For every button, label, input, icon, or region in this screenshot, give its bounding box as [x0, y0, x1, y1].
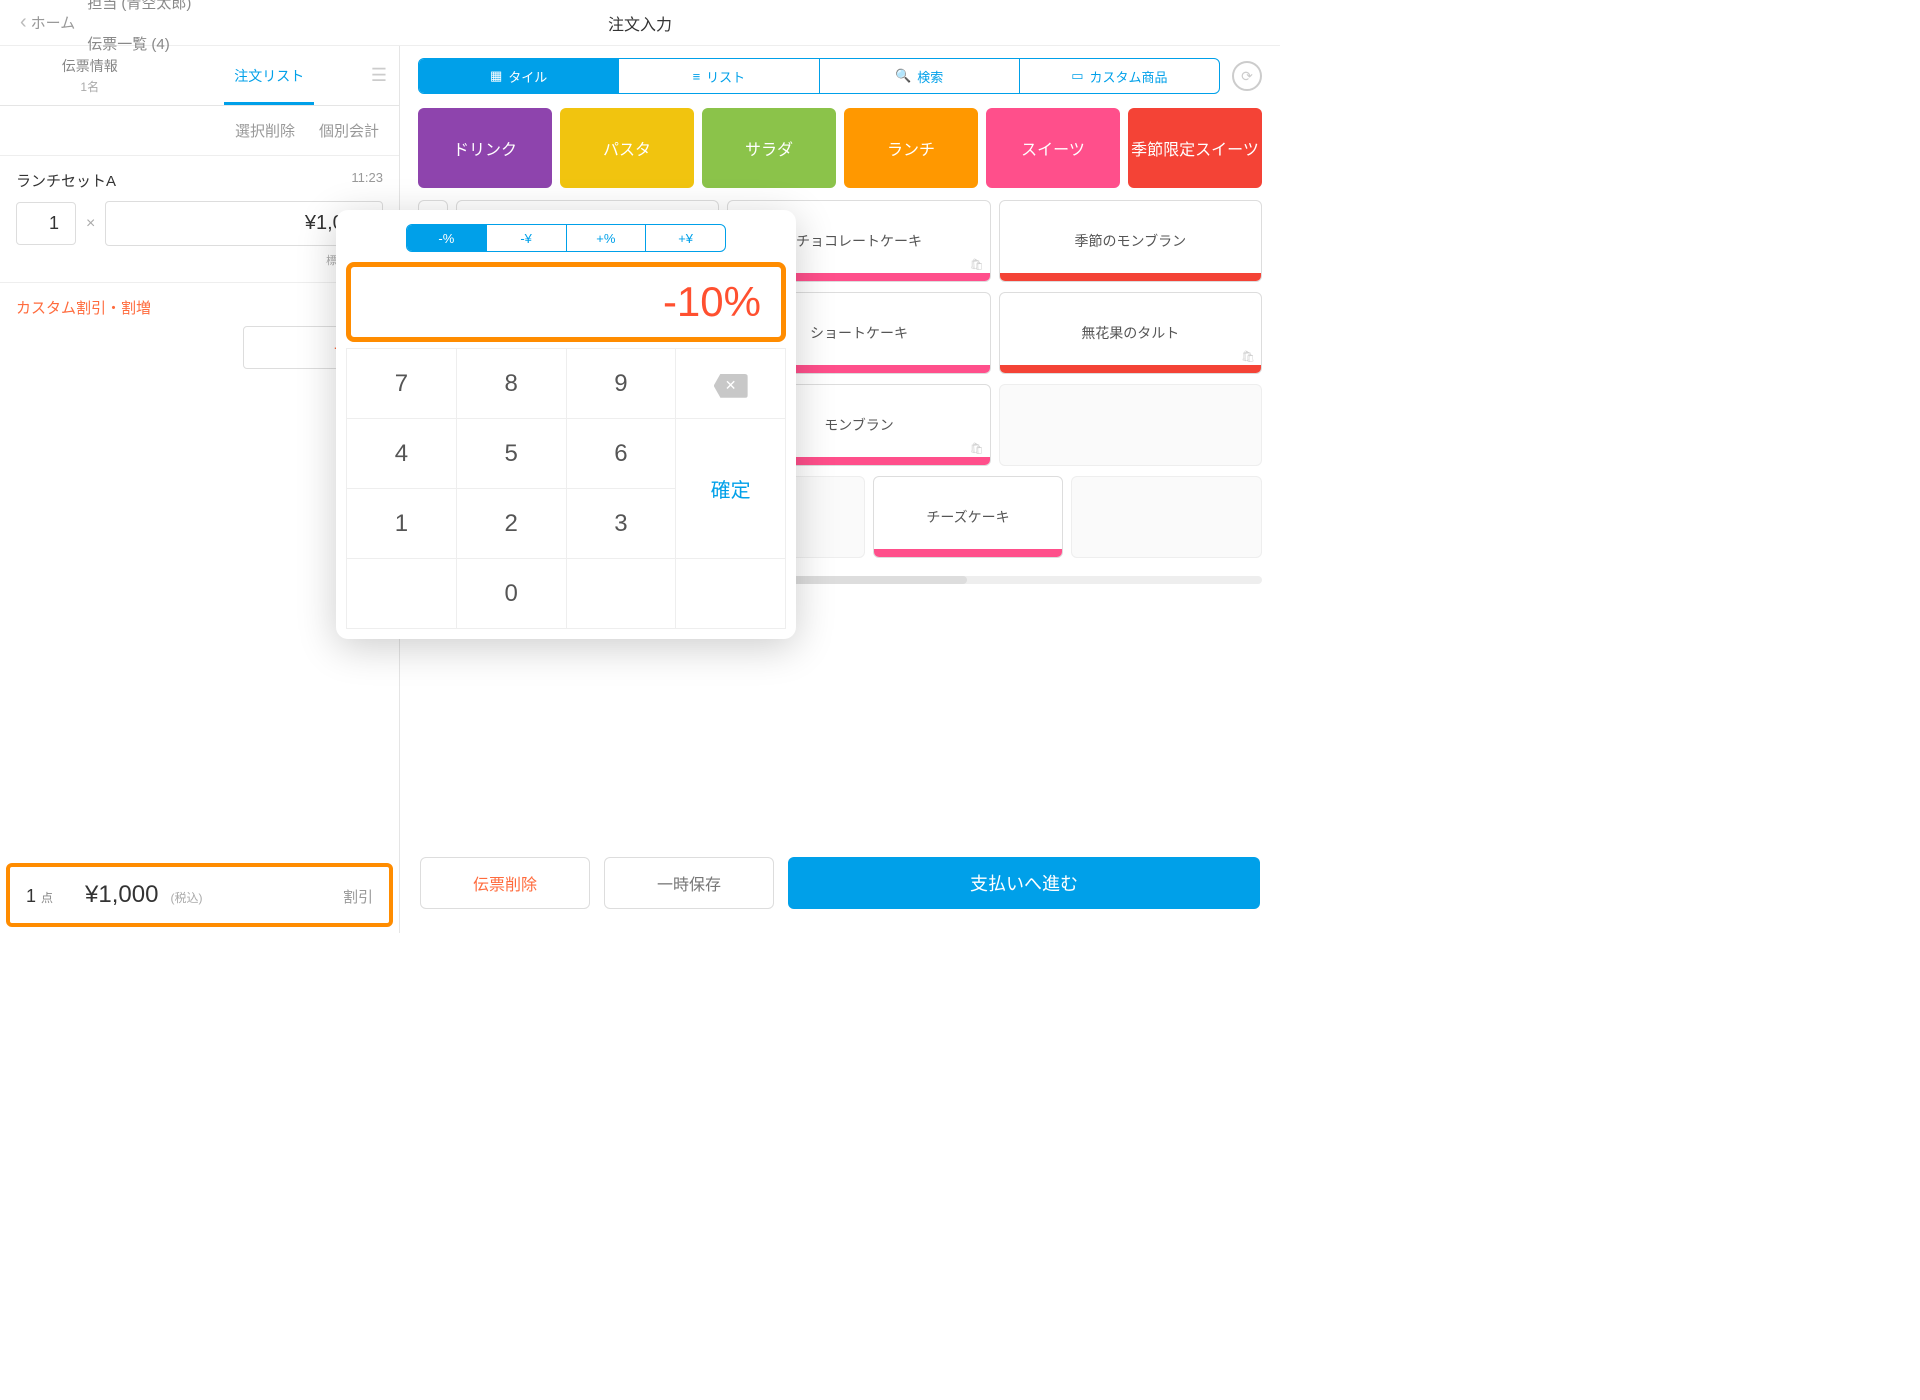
- backspace-icon: ✕: [714, 374, 748, 398]
- tile-empty: [999, 384, 1262, 466]
- type-minus-percent[interactable]: -%: [407, 225, 487, 251]
- key-3[interactable]: 3: [566, 489, 676, 559]
- discount-keypad: -% -¥ +% +¥ -10% 7 8 9 ✕ 4 5 6 確定 1 2 3 …: [336, 210, 796, 639]
- back-label: ホーム: [31, 12, 76, 33]
- cat-sweets[interactable]: スイーツ: [986, 108, 1120, 188]
- view-segment: ▦ タイル ≡ リスト 🔍 検索 ▭ カスタム商品: [418, 58, 1220, 94]
- cat-pasta[interactable]: パスタ: [560, 108, 694, 188]
- tile-cheesecake[interactable]: チーズケーキ: [873, 476, 1064, 558]
- receipt-icon[interactable]: ☰: [359, 46, 399, 105]
- tab-slip-info[interactable]: 伝票情報 1名: [0, 46, 180, 105]
- seg-custom[interactable]: ▭ カスタム商品: [1020, 59, 1219, 93]
- keypad-display: -10%: [346, 262, 786, 342]
- category-row: ドリンク パスタ サラダ ランチ スイーツ 季節限定スイーツ: [412, 104, 1268, 200]
- item-tax-note: 標準税率 (1: [16, 252, 383, 268]
- delete-slip-button[interactable]: 伝票削除: [420, 857, 590, 909]
- key-1[interactable]: 1: [347, 489, 457, 559]
- tile-fig-tart[interactable]: 無花果のタルト🛍: [999, 292, 1262, 374]
- key-6[interactable]: 6: [566, 419, 676, 489]
- type-minus-yen[interactable]: -¥: [487, 225, 567, 251]
- item-time: 11:23: [351, 170, 383, 191]
- split-bill[interactable]: 個別会計: [319, 120, 379, 141]
- cat-seasonal[interactable]: 季節限定スイーツ: [1128, 108, 1262, 188]
- key-7[interactable]: 7: [347, 349, 457, 419]
- header-bar: ‹ ホーム 注文入力 担当 (青空太郎) 伝票一覧 (4): [0, 0, 1280, 46]
- delete-selected[interactable]: 選択削除: [235, 120, 295, 141]
- tile-seasonal-montblanc[interactable]: 季節のモンブラン: [999, 200, 1262, 282]
- key-9[interactable]: 9: [566, 349, 676, 419]
- totals-bar[interactable]: 1 点 ¥1,000 (税込) 割引: [6, 863, 393, 927]
- key-0[interactable]: 0: [456, 559, 566, 629]
- type-plus-yen[interactable]: +¥: [646, 225, 725, 251]
- item-name: ランチセットA: [16, 170, 116, 191]
- discount-button[interactable]: 割引: [343, 886, 373, 907]
- proceed-payment-button[interactable]: 支払いへ進む: [788, 857, 1260, 909]
- key-confirm[interactable]: 確定: [676, 419, 786, 559]
- type-plus-percent[interactable]: +%: [567, 225, 647, 251]
- tile-empty: [1071, 476, 1262, 558]
- key-backspace[interactable]: ✕: [676, 349, 786, 419]
- total-amount: ¥1,000: [85, 881, 158, 909]
- qty-input[interactable]: 1: [16, 202, 76, 245]
- discount-type-segment: -% -¥ +% +¥: [406, 224, 726, 252]
- discount-label: カスタム割引・割増: [16, 297, 383, 318]
- multiply-icon: ×: [86, 215, 95, 233]
- cat-drink[interactable]: ドリンク: [418, 108, 552, 188]
- chevron-left-icon: ‹: [20, 11, 27, 34]
- back-home[interactable]: ‹ ホーム: [20, 11, 75, 34]
- seg-search[interactable]: 🔍 検索: [820, 59, 1020, 93]
- key-4[interactable]: 4: [347, 419, 457, 489]
- key-5[interactable]: 5: [456, 419, 566, 489]
- cat-salad[interactable]: サラダ: [702, 108, 836, 188]
- keypad-grid: 7 8 9 ✕ 4 5 6 確定 1 2 3 0: [346, 348, 786, 629]
- seg-list[interactable]: ≡ リスト: [619, 59, 819, 93]
- staff-label[interactable]: 担当 (青空太郎): [87, 0, 1248, 13]
- save-temp-button[interactable]: 一時保存: [604, 857, 774, 909]
- tab-order-list[interactable]: 注文リスト: [180, 46, 360, 105]
- cat-lunch[interactable]: ランチ: [844, 108, 978, 188]
- key-2[interactable]: 2: [456, 489, 566, 559]
- key-8[interactable]: 8: [456, 349, 566, 419]
- seg-tile[interactable]: ▦ タイル: [419, 59, 619, 93]
- gear-icon[interactable]: ⟳: [1232, 61, 1262, 91]
